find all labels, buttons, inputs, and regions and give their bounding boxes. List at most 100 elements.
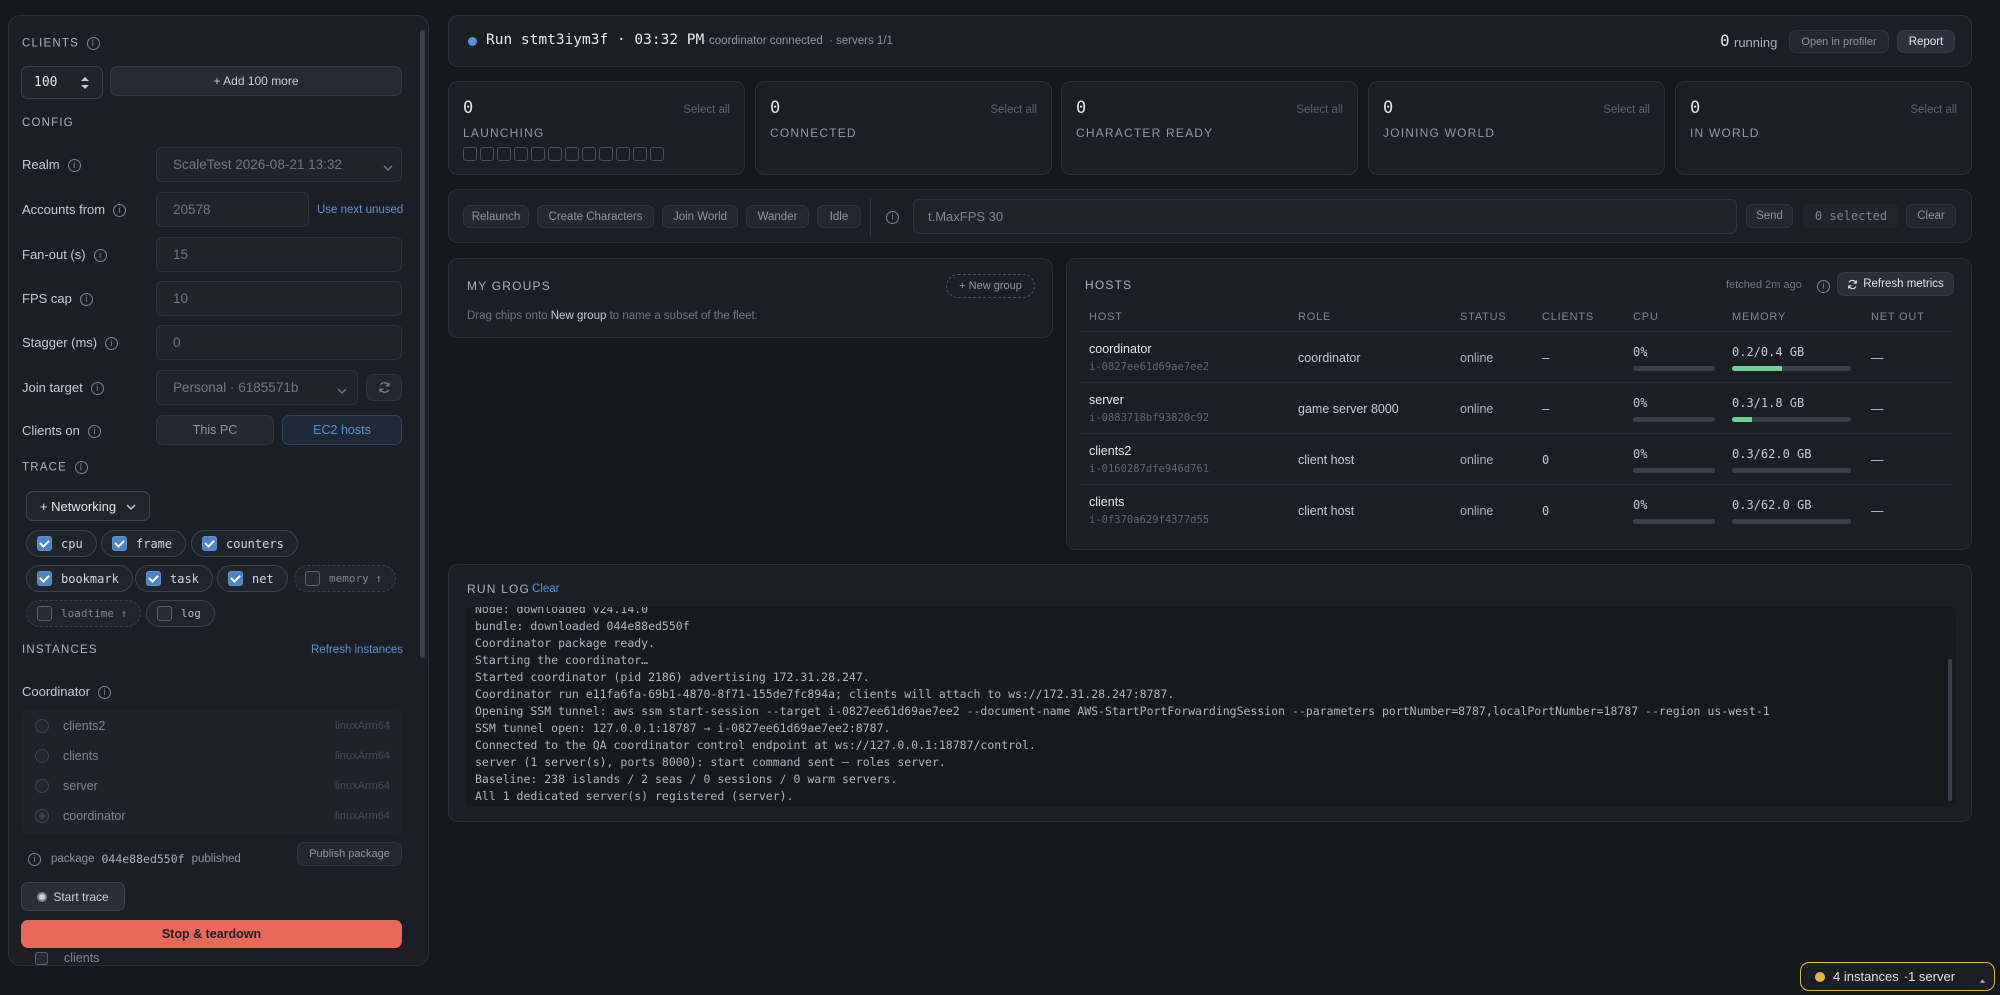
info-icon[interactable]: i [886, 211, 899, 224]
run-log-output[interactable]: Node: downloaded v24.14.0 bundle: downloa… [466, 607, 1956, 807]
fps-input[interactable]: 10 [156, 281, 402, 316]
networking-preset-dropdown[interactable]: + Networking [26, 491, 150, 521]
stat-label: CONNECTED [770, 126, 857, 140]
info-icon[interactable]: i [93, 249, 107, 263]
info-icon[interactable]: i [86, 37, 100, 50]
command-input[interactable]: t.MaxFPS 30 [913, 199, 1737, 234]
host-row[interactable]: clients2 i-0160287dfe946d761 client host on… [1081, 433, 1953, 484]
fps-label: FPS cap [22, 291, 72, 306]
host-row[interactable]: coordinator i-0827ee61d69ae7ee2 coordinato… [1081, 331, 1953, 382]
checkbox-checked[interactable] [146, 571, 161, 586]
select-all-link[interactable]: Select all [1296, 104, 1343, 116]
log-line: Connected to the QA coordinator control … [475, 738, 1036, 752]
chip-label: cpu [61, 536, 83, 551]
open-in-profiler-button[interactable]: Open in profiler [1789, 30, 1889, 53]
checkbox-checked[interactable] [112, 536, 127, 551]
start-trace-label: Start trace [53, 889, 109, 904]
instance-row-server[interactable]: server linuxArm64 [21, 771, 400, 801]
checkbox-unchecked[interactable] [35, 951, 48, 965]
refresh-instances-link[interactable]: Refresh instances [311, 644, 403, 656]
checkbox-checked[interactable] [37, 571, 52, 586]
use-next-unused-link[interactable]: Use next unused [317, 204, 403, 216]
checkbox-checked[interactable] [228, 571, 243, 586]
add-more-button[interactable]: + Add 100 more [110, 66, 402, 96]
radio-button[interactable] [35, 719, 49, 733]
accounts-input[interactable]: 20578 [156, 192, 309, 227]
trace-chip-net[interactable]: net [217, 565, 288, 592]
trace-chip-task[interactable]: task [135, 565, 213, 592]
realm-value: ScaleTest 2026-08-21 13:32 [173, 157, 342, 172]
stat-label: JOINING WORLD [1383, 126, 1496, 140]
trace-chip-bookmark[interactable]: bookmark [26, 565, 133, 592]
host-row[interactable]: server i-0883718bf93820c92 game server 800… [1081, 382, 1953, 433]
info-icon[interactable]: i [1817, 280, 1830, 293]
info-icon[interactable]: i [97, 686, 111, 700]
start-trace-button[interactable]: Start trace [21, 882, 125, 911]
join-target-select[interactable]: Personal · 6185571b [156, 370, 358, 405]
log-scrollbar[interactable] [1948, 659, 1952, 801]
stepper-icon[interactable] [80, 75, 90, 91]
stat-label: CHARACTER READY [1076, 126, 1214, 140]
checkbox-unchecked[interactable] [37, 606, 52, 621]
stagger-label-row: Stagger (ms) i [22, 335, 119, 351]
select-all-link[interactable]: Select all [990, 104, 1037, 116]
info-icon[interactable]: i [113, 204, 127, 218]
clear-selection-button[interactable]: Clear [1906, 204, 1956, 228]
stagger-input[interactable]: 0 [156, 325, 402, 360]
radio-button[interactable] [35, 779, 49, 793]
trace-chip-counters[interactable]: counters [191, 530, 298, 557]
create-characters-button[interactable]: Create Characters [537, 205, 654, 228]
checkbox-unchecked[interactable] [305, 571, 320, 586]
info-icon[interactable]: i [74, 461, 88, 474]
new-group-button[interactable]: + New group [946, 274, 1035, 298]
stat-label: LAUNCHING [463, 126, 545, 140]
checkbox-checked[interactable] [37, 536, 52, 551]
instances-status-badge[interactable]: 4 instances ·1 server [1800, 962, 1995, 991]
info-icon[interactable]: i [79, 293, 93, 307]
info-icon[interactable]: i [67, 159, 81, 173]
clients-count-input[interactable]: 100 [21, 66, 103, 99]
checkbox-checked[interactable] [202, 536, 217, 551]
refresh-metrics-button[interactable]: Refresh metrics [1837, 272, 1954, 296]
stop-teardown-button[interactable]: Stop & teardown [21, 920, 402, 948]
idle-button[interactable]: Idle [817, 205, 861, 228]
realm-select[interactable]: ScaleTest 2026-08-21 13:32 [156, 147, 402, 182]
select-all-link[interactable]: Select all [1910, 104, 1957, 116]
trace-chip-frame[interactable]: frame [101, 530, 187, 557]
info-icon[interactable]: i [28, 852, 41, 866]
info-icon[interactable]: i [105, 337, 119, 351]
relaunch-button[interactable]: Relaunch [463, 205, 529, 228]
fanout-input[interactable]: 15 [156, 237, 402, 272]
host-row[interactable]: clients i-0f370a629f4377d55 client host onl… [1081, 484, 1953, 535]
send-button[interactable]: Send [1746, 204, 1793, 228]
info-icon[interactable]: i [87, 425, 101, 439]
clients-on-this-pc[interactable]: This PC [156, 415, 274, 445]
bottom-instance-item[interactable]: clients [35, 951, 99, 965]
join-world-button[interactable]: Join World [662, 205, 738, 228]
radio-button-selected[interactable] [35, 809, 49, 823]
select-all-link[interactable]: Select all [683, 104, 730, 116]
sidebar-scrollbar[interactable] [420, 30, 425, 658]
stat-count: 0 [463, 98, 474, 118]
trace-chip-cpu[interactable]: cpu [26, 530, 97, 557]
checkbox-unchecked[interactable] [157, 606, 172, 621]
publish-package-button[interactable]: Publish package [297, 842, 402, 866]
clients-on-ec2-hosts[interactable]: EC2 hosts [282, 415, 402, 445]
wander-button[interactable]: Wander [746, 205, 809, 228]
report-button[interactable]: Report [1897, 30, 1955, 53]
instance-row-clients2[interactable]: clients2 linuxArm64 [21, 711, 400, 741]
radio-button[interactable] [35, 749, 49, 763]
trace-chip-loadtime[interactable]: loadtime ↑ [26, 600, 142, 627]
trace-chip-log[interactable]: log [146, 600, 215, 627]
instances-title: INSTANCES [22, 644, 98, 656]
run-log-clear-link[interactable]: Clear [532, 583, 559, 595]
memory-bar-fill [1732, 365, 1782, 371]
chip-label: counters [226, 536, 284, 551]
instance-row-clients[interactable]: clients linuxArm64 [21, 741, 400, 771]
instance-row-coordinator[interactable]: coordinator linuxArm64 [21, 801, 400, 831]
trace-chip-memory[interactable]: memory ↑ [294, 565, 396, 592]
refresh-join-target-button[interactable] [366, 374, 402, 401]
info-icon[interactable]: i [90, 382, 104, 396]
select-all-link[interactable]: Select all [1603, 104, 1650, 116]
launch-slot [633, 147, 647, 161]
